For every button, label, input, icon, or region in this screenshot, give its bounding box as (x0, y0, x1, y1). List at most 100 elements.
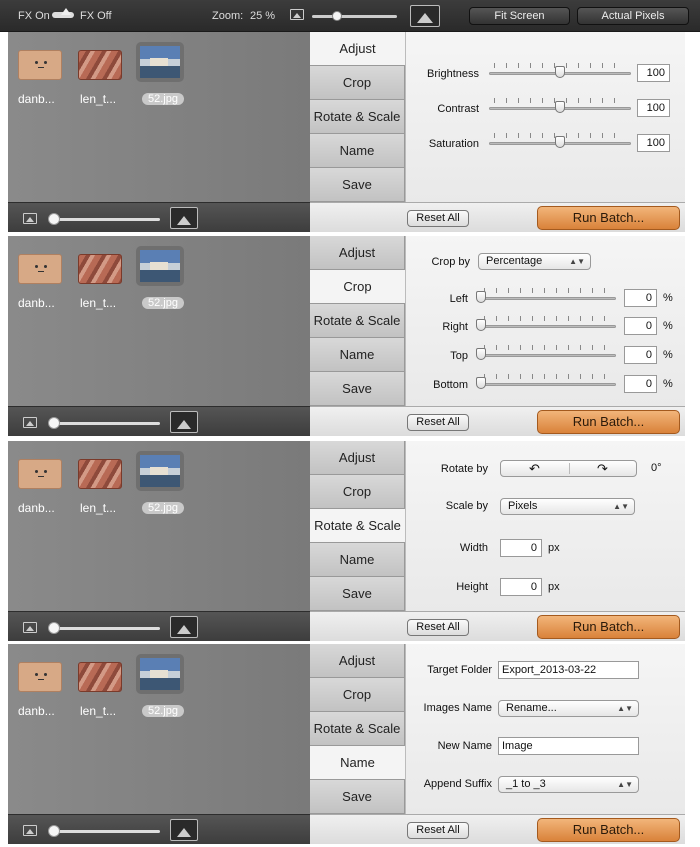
rotate-scale-panel: danb... len_t... 52.jpg Adjust Crop Rota… (0, 441, 700, 642)
tab-crop[interactable]: Crop (310, 475, 405, 509)
crop-top-unit: % (663, 349, 673, 361)
thumbnail-label: danb... (18, 92, 55, 106)
thumbnail-danbo[interactable] (18, 662, 62, 692)
rotate-left-icon[interactable]: ↶ (529, 461, 540, 476)
crop-right-slider[interactable] (478, 325, 616, 328)
thumbnail-size-slider[interactable] (50, 627, 160, 630)
tab-adjust[interactable]: Adjust (310, 441, 405, 475)
zoom-slider[interactable] (312, 15, 397, 18)
thumbnail-size-knob[interactable] (48, 825, 60, 837)
tab-crop[interactable]: Crop (310, 66, 405, 100)
fit-screen-button[interactable]: Fit Screen (469, 7, 570, 25)
reset-all-button[interactable]: Reset All (407, 210, 469, 227)
select-arrows-icon: ▲▼ (617, 704, 633, 713)
append-suffix-select[interactable]: _1 to _3 ▲▼ (498, 776, 639, 793)
image-browser: danb... len_t... 52.jpg (8, 32, 310, 202)
reset-all-button[interactable]: Reset All (407, 822, 469, 839)
crop-left-slider-knob[interactable] (476, 291, 486, 303)
thumbnail-size-slider[interactable] (50, 218, 160, 221)
tab-save[interactable]: Save (310, 577, 405, 611)
run-batch-button[interactable]: Run Batch... (537, 818, 680, 842)
tab-crop[interactable]: Crop (310, 678, 405, 712)
contrast-field[interactable]: 100 (637, 99, 670, 117)
crop-top-slider[interactable] (478, 354, 616, 357)
thumbnail-52[interactable] (136, 654, 184, 694)
thumbnail-danbo[interactable] (18, 50, 62, 80)
tab-adjust[interactable]: Adjust (310, 236, 405, 270)
width-field[interactable]: 0 (500, 539, 542, 557)
crop-left-field[interactable]: 0 (624, 289, 657, 307)
tab-rotate-scale[interactable]: Rotate & Scale (310, 100, 405, 134)
crop-bottom-slider-knob[interactable] (476, 377, 486, 389)
thumbnail-len[interactable] (78, 254, 122, 284)
crop-bottom-field[interactable]: 0 (624, 375, 657, 393)
thumbnail-52[interactable] (136, 451, 184, 491)
scale-by-select[interactable]: Pixels ▲▼ (500, 498, 635, 515)
crop-by-select[interactable]: Percentage ▲▼ (478, 253, 591, 270)
thumbnail-len[interactable] (78, 459, 122, 489)
tab-name[interactable]: Name (310, 746, 405, 780)
tab-name[interactable]: Name (310, 543, 405, 577)
contrast-slider-knob[interactable] (555, 101, 565, 113)
tab-rotate-scale[interactable]: Rotate & Scale (310, 304, 405, 338)
rotate-right-icon[interactable]: ↷ (597, 461, 608, 476)
thumbnail-52[interactable] (136, 42, 184, 82)
image-small-icon (23, 825, 37, 836)
scale-by-label: Scale by (445, 500, 488, 512)
crop-left-ticks (484, 288, 614, 293)
brightness-slider-knob[interactable] (555, 66, 565, 78)
thumbnail-size-slider[interactable] (50, 830, 160, 833)
images-name-select[interactable]: Rename... ▲▼ (498, 700, 639, 717)
crop-bottom-slider[interactable] (478, 383, 616, 386)
tab-name[interactable]: Name (310, 338, 405, 372)
run-batch-button[interactable]: Run Batch... (537, 410, 680, 434)
thumbnail-len[interactable] (78, 50, 122, 80)
tab-save[interactable]: Save (310, 168, 405, 202)
tab-bar: Adjust Crop Rotate & Scale Name Save (310, 644, 405, 814)
fx-off-label: FX Off (80, 10, 112, 22)
browser-bottom-bar (8, 611, 310, 641)
crop-content: Crop by Percentage ▲▼ Left 0 % Right 0 % … (405, 236, 685, 406)
tab-rotate-scale[interactable]: Rotate & Scale (310, 509, 405, 543)
fx-toggle[interactable] (52, 8, 74, 18)
crop-right-slider-knob[interactable] (476, 319, 486, 331)
rotate-scale-content: Rotate by ↶ ↷ 0° Scale by Pixels ▲▼ Width… (405, 441, 685, 611)
run-batch-button[interactable]: Run Batch... (537, 206, 680, 230)
tab-adjust[interactable]: Adjust (310, 644, 405, 678)
thumbnail-52[interactable] (136, 246, 184, 286)
image-small-icon (290, 9, 304, 20)
crop-top-slider-knob[interactable] (476, 348, 486, 360)
thumbnail-size-slider[interactable] (50, 422, 160, 425)
target-folder-field[interactable]: Export_2013-03-22 (498, 661, 639, 679)
thumbnail-size-knob[interactable] (48, 622, 60, 634)
zoom-slider-knob[interactable] (332, 11, 342, 21)
actual-pixels-button[interactable]: Actual Pixels (577, 7, 689, 25)
select-arrows-icon: ▲▼ (569, 257, 585, 266)
thumbnail-danbo[interactable] (18, 254, 62, 284)
brightness-field[interactable]: 100 (637, 64, 670, 82)
crop-left-slider[interactable] (478, 297, 616, 300)
crop-right-field[interactable]: 0 (624, 317, 657, 335)
saturation-slider-knob[interactable] (555, 136, 565, 148)
new-name-field[interactable]: Image (498, 737, 639, 755)
thumbnail-size-knob[interactable] (48, 213, 60, 225)
thumbnail-len[interactable] (78, 662, 122, 692)
reset-all-button[interactable]: Reset All (407, 619, 469, 636)
tab-rotate-scale[interactable]: Rotate & Scale (310, 712, 405, 746)
crop-top-field[interactable]: 0 (624, 346, 657, 364)
thumbnail-danbo[interactable] (18, 459, 62, 489)
reset-all-button[interactable]: Reset All (407, 414, 469, 431)
run-batch-button[interactable]: Run Batch... (537, 615, 680, 639)
thumbnail-size-knob[interactable] (48, 417, 60, 429)
thumbnail-label: len_t... (80, 296, 117, 310)
tab-save[interactable]: Save (310, 372, 405, 406)
tab-adjust[interactable]: Adjust (310, 32, 405, 66)
height-field[interactable]: 0 (500, 578, 542, 596)
thumbnail-label: len_t... (80, 501, 117, 515)
tab-name[interactable]: Name (310, 134, 405, 168)
tab-save[interactable]: Save (310, 780, 405, 814)
width-unit: px (548, 542, 560, 554)
tab-crop[interactable]: Crop (310, 270, 405, 304)
saturation-field[interactable]: 100 (637, 134, 670, 152)
footer: Reset All Run Batch... (310, 814, 685, 844)
